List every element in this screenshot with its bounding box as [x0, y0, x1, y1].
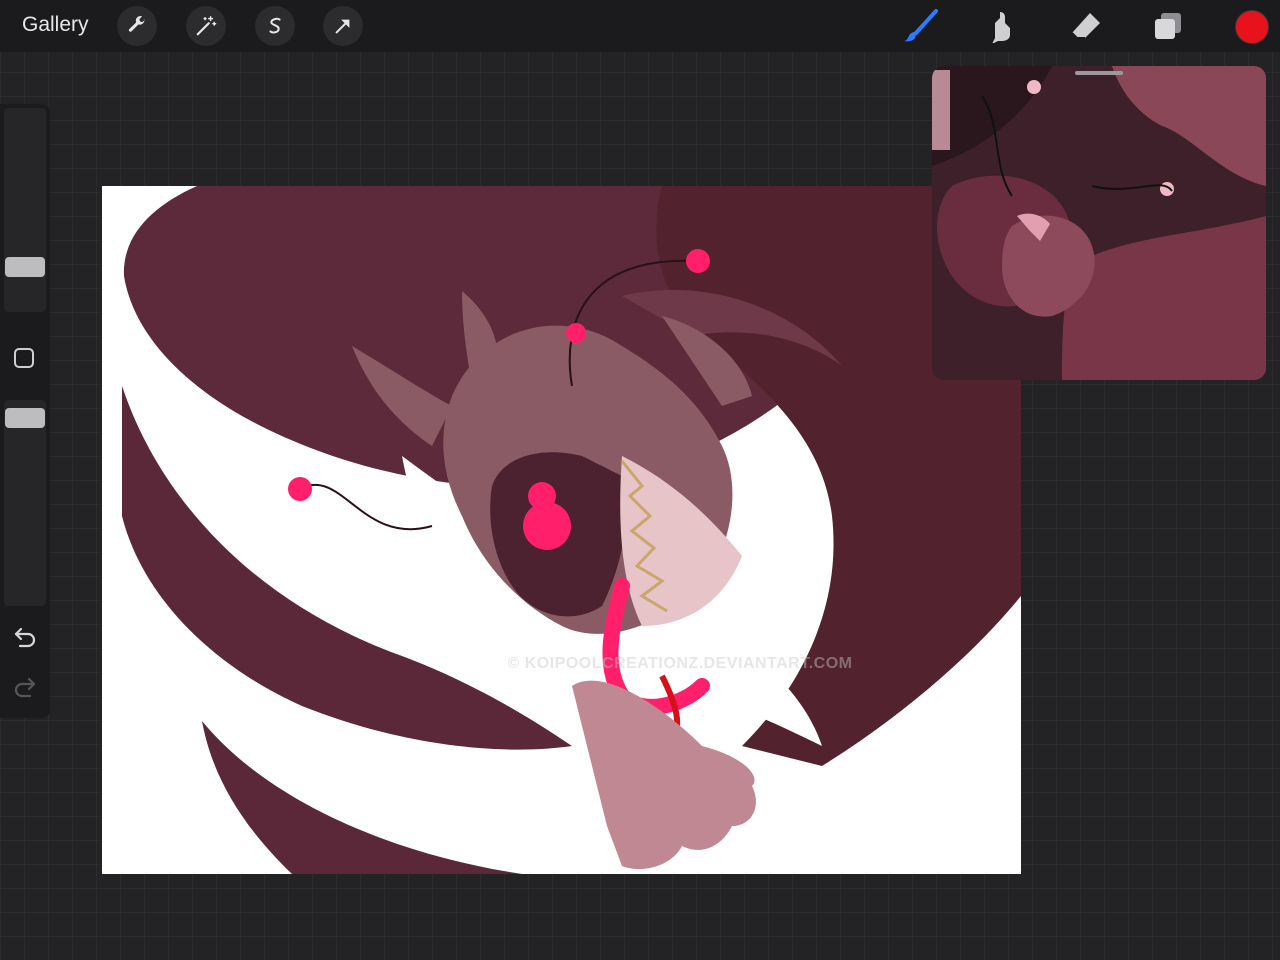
reference-image: [932, 66, 1266, 380]
wrench-icon[interactable]: [117, 6, 157, 46]
brush-icon[interactable]: [900, 6, 940, 46]
reference-window[interactable]: [932, 66, 1266, 380]
opacity-handle[interactable]: [5, 408, 45, 428]
selection-icon[interactable]: [255, 6, 295, 46]
transform-arrow-icon[interactable]: [323, 6, 363, 46]
left-sidebar: [0, 104, 50, 718]
magic-wand-icon[interactable]: [186, 6, 226, 46]
top-toolbar: Gallery: [0, 0, 1280, 52]
opacity-slider[interactable]: [4, 400, 46, 606]
undo-icon[interactable]: [12, 626, 38, 653]
smudge-icon[interactable]: [983, 6, 1023, 46]
layers-icon[interactable]: [1148, 6, 1188, 46]
redo-icon[interactable]: [12, 676, 38, 703]
modify-button[interactable]: [14, 348, 34, 368]
brush-size-handle[interactable]: [5, 257, 45, 277]
color-picker-button[interactable]: [1235, 10, 1269, 44]
reference-drag-handle[interactable]: [1075, 71, 1123, 75]
gallery-button[interactable]: Gallery: [22, 13, 89, 37]
artwork: [122, 186, 1021, 874]
brush-size-slider[interactable]: [4, 108, 46, 312]
drawing-canvas[interactable]: © KOIPOOLCREATIONZ.DEVIANTART.COM: [102, 186, 1021, 874]
eraser-icon[interactable]: [1066, 6, 1106, 46]
watermark-text: © KOIPOOLCREATIONZ.DEVIANTART.COM: [507, 655, 853, 672]
